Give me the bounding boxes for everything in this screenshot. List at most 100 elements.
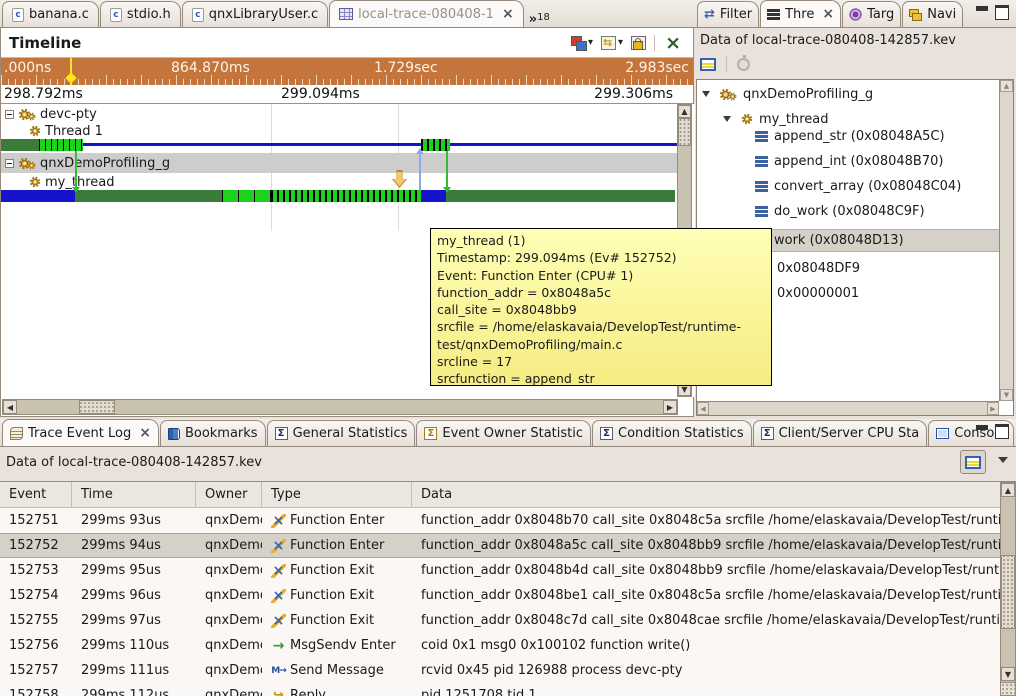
process-label: qnxDemoProfiling_g [40, 156, 170, 171]
maximize-icon[interactable] [995, 5, 1008, 16]
tab-label: banana.c [29, 7, 89, 22]
thread-row-thread1[interactable]: Thread 1 [29, 123, 103, 139]
tab-client-server-cpu[interactable]: Client/Server CPU Sta [753, 420, 928, 446]
scroll-up-icon[interactable] [678, 105, 691, 118]
event-link-line [446, 151, 448, 188]
column-header-type[interactable]: Type [262, 482, 412, 507]
tree-expander-icon[interactable] [723, 116, 731, 122]
close-icon[interactable] [502, 7, 514, 22]
tab-target[interactable]: Targ [842, 1, 901, 27]
bottom-panel: Trace Event Log Bookmarks General Statis… [0, 419, 1016, 696]
editor-tab-banana-c[interactable]: c banana.c [2, 1, 99, 27]
maximize-icon[interactable] [995, 424, 1008, 435]
minimize-icon[interactable] [975, 5, 988, 16]
column-header-event[interactable]: Event [0, 482, 72, 507]
cell-type: Function Exit [262, 563, 412, 578]
column-header-time[interactable]: Time [72, 482, 196, 507]
tab-thread-view[interactable]: Thre [760, 0, 841, 27]
collapse-icon[interactable] [5, 159, 14, 168]
table-view-toggle-button[interactable] [960, 450, 986, 474]
close-icon[interactable] [139, 426, 151, 441]
tab-overflow-chevron[interactable]: 18 [529, 8, 550, 27]
timeline-horizontal-scrollbar[interactable] [2, 399, 678, 415]
process-row-devc-pty[interactable]: devc-pty [5, 106, 97, 122]
column-header-data[interactable]: Data [412, 482, 1000, 507]
table-row[interactable]: 152755 299ms 97us qnxDemoProfiling_g Fun… [0, 608, 1000, 633]
scroll-right-icon[interactable] [663, 400, 677, 414]
tree-expander-icon[interactable] [702, 91, 710, 97]
table-row[interactable]: 152758 299ms 112us qnxDemoProfiling_g Re… [0, 683, 1000, 696]
scrollbar-thumb[interactable] [79, 400, 115, 414]
collapse-icon[interactable] [5, 110, 14, 119]
tree-item-convert-array[interactable]: convert_array (0x08048C04) [755, 176, 961, 196]
thread-state-segment [39, 139, 83, 151]
cell-owner: qnxDemoProfiling_g [196, 538, 262, 553]
function-exit-icon [271, 589, 286, 603]
column-header-owner[interactable]: Owner [196, 482, 262, 507]
tab-label: local-trace-080408-1 [358, 7, 494, 22]
navigator-icon [909, 9, 922, 21]
ruler-position-marker[interactable] [70, 58, 72, 85]
editor-tab-stdio-h[interactable]: c stdio.h [100, 1, 181, 27]
tab-event-owner-statistic[interactable]: Event Owner Statistic [416, 420, 591, 446]
tab-general-statistics[interactable]: General Statistics [267, 420, 416, 446]
tab-filter[interactable]: Filter [697, 1, 759, 27]
cell-event: 152754 [0, 588, 72, 603]
statistics-sigma-icon [600, 427, 613, 440]
tree-item-work-selected[interactable]: work (0x08048D13) [755, 230, 904, 250]
trace-file-icon [339, 8, 353, 20]
editor-tab-qnxlibraryuser-c[interactable]: c qnxLibraryUser.c [182, 1, 328, 27]
timeline-subruler[interactable]: 298.792ms 299.094ms 299.306ms [1, 85, 693, 104]
timeline-ruler[interactable]: .000ns 864.870ms 1.729sec 2.983sec [1, 58, 693, 85]
table-row[interactable]: 152754 299ms 96us qnxDemoProfiling_g Fun… [0, 583, 1000, 608]
lock-columns-button[interactable] [631, 36, 646, 50]
view-menu-dropdown-icon[interactable] [998, 457, 1008, 463]
process-row-qnxdemoprofiling[interactable]: qnxDemoProfiling_g [5, 155, 170, 171]
tree-root-process[interactable]: qnxDemoProfiling_g [719, 84, 873, 104]
scrollbar-thumb[interactable] [1001, 555, 1015, 629]
tree-item-0x08048df9[interactable]: 0x08048DF9 [777, 258, 860, 278]
scroll-right-icon[interactable] [987, 402, 999, 415]
table-row[interactable]: 152757 299ms 111us qnxDemoProfiling_g Se… [0, 658, 1000, 683]
cell-owner: qnxDemoProfiling_g [196, 688, 262, 696]
minimize-icon[interactable] [975, 424, 988, 435]
data-source-label: Data of local-trace-080408-142857.kev [6, 455, 262, 470]
tree-horizontal-scrollbar[interactable] [697, 401, 999, 415]
function-list-icon [755, 181, 768, 192]
tab-condition-statistics[interactable]: Condition Statistics [592, 420, 752, 446]
chevron-icon [529, 12, 537, 27]
scroll-left-icon[interactable] [697, 402, 709, 415]
scroll-down-icon[interactable] [1000, 389, 1013, 401]
editor-tab-local-trace[interactable]: local-trace-080408-1 [329, 0, 524, 27]
tree-item-0x00000001[interactable]: 0x00000001 [777, 283, 859, 303]
table-row[interactable]: 152756 299ms 110us qnxDemoProfiling_g Ms… [0, 633, 1000, 658]
tree-label: 0x00000001 [777, 286, 859, 301]
pane-layout-dropdown-button[interactable] [571, 36, 593, 50]
show-table-icon[interactable] [700, 58, 716, 71]
tab-label: qnxLibraryUser.c [209, 7, 318, 22]
resize-grip[interactable] [1000, 682, 1016, 696]
tree-item-do-work[interactable]: do_work (0x08048C9F) [755, 201, 925, 221]
scrollbar-thumb[interactable] [678, 118, 691, 146]
tree-item-append-str[interactable]: append_str (0x08048A5C) [755, 126, 945, 146]
close-timeline-button[interactable] [663, 35, 683, 51]
tree-item-append-int[interactable]: append_int (0x08048B70) [755, 151, 943, 171]
cell-type: Function Exit [262, 588, 412, 603]
scroll-up-icon[interactable] [1001, 483, 1015, 497]
table-row[interactable]: 152753 299ms 95us qnxDemoProfiling_g Fun… [0, 558, 1000, 583]
tree-vertical-scrollbar[interactable] [999, 80, 1013, 401]
trace-event-table[interactable]: Event Time Owner Type Data 152751 299ms … [0, 481, 1016, 696]
close-icon[interactable] [822, 7, 834, 22]
tab-navigator[interactable]: Navi [902, 1, 963, 27]
scroll-down-icon[interactable] [1001, 667, 1015, 681]
table-row-selected[interactable]: 152752 299ms 94us qnxDemoProfiling_g Fun… [0, 533, 1000, 558]
statistics-sigma-icon [761, 427, 774, 440]
scroll-left-icon[interactable] [3, 400, 17, 414]
tab-trace-event-log[interactable]: Trace Event Log [2, 419, 159, 446]
scroll-up-icon[interactable] [1000, 80, 1013, 92]
table-vertical-scrollbar[interactable] [1000, 482, 1016, 696]
thread-label: Thread 1 [45, 124, 103, 139]
sync-dropdown-button[interactable] [601, 36, 623, 50]
tab-bookmarks[interactable]: Bookmarks [160, 420, 266, 446]
table-row[interactable]: 152751 299ms 93us qnxDemoProfiling_g Fun… [0, 508, 1000, 533]
